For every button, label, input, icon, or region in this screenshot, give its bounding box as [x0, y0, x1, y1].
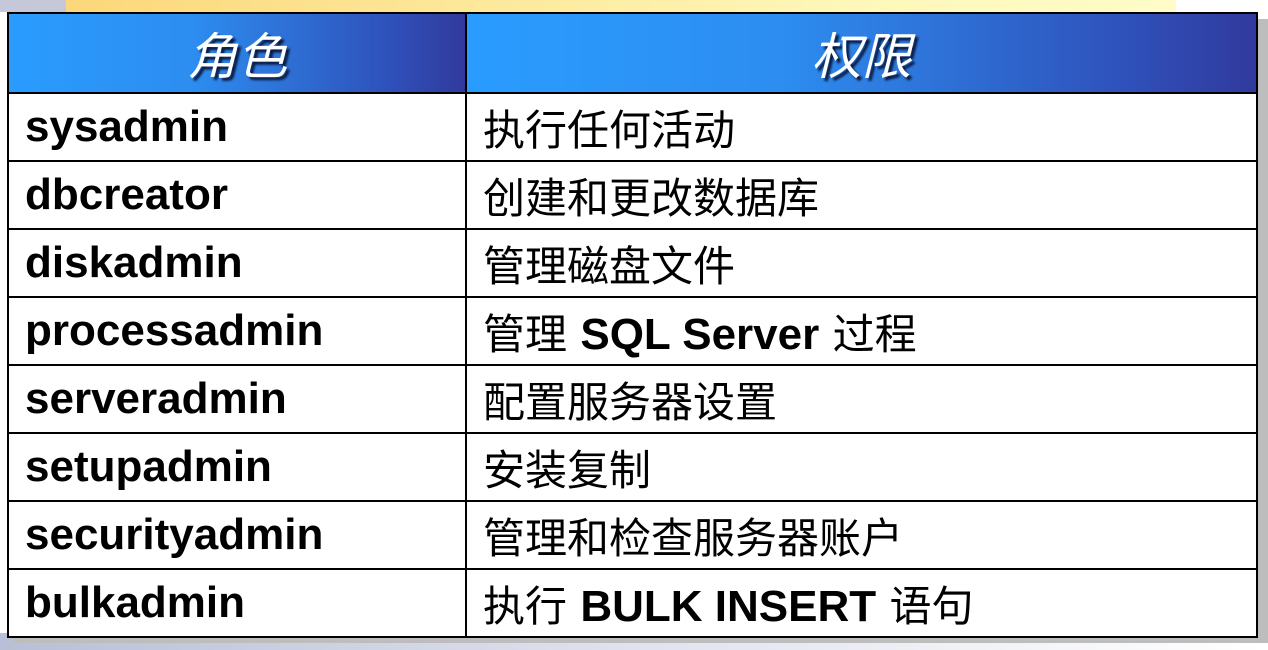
- role-cell: securityadmin: [7, 500, 467, 570]
- role-cell: sysadmin: [7, 92, 467, 162]
- permission-text: 管理和检查服务器账户: [483, 513, 904, 563]
- permission-cell: 管理 SQL Server 过程: [465, 296, 1258, 366]
- permission-text: 执行: [483, 581, 581, 631]
- header-role: 角色: [7, 12, 467, 94]
- permission-text: 安装复制: [483, 445, 652, 495]
- table-row: dbcreator 创建和更改数据库: [7, 160, 1258, 230]
- permission-text: 执行任何活动: [483, 105, 736, 155]
- permission-cell: 执行任何活动: [465, 92, 1258, 162]
- permission-cell: 配置服务器设置: [465, 364, 1258, 434]
- permission-cell: 管理磁盘文件: [465, 228, 1258, 298]
- role-cell: setupadmin: [7, 432, 467, 502]
- table-row: setupadmin 安装复制: [7, 432, 1258, 502]
- permission-cell: 安装复制: [465, 432, 1258, 502]
- role-cell: processadmin: [7, 296, 467, 366]
- permission-text: 创建和更改数据库: [483, 173, 820, 223]
- permission-text: 管理: [483, 309, 581, 359]
- decor-top-bar: [66, 0, 1176, 12]
- header-permission: 权限: [465, 12, 1258, 94]
- table-header-row: 角色 权限: [7, 12, 1258, 94]
- permission-text: 配置服务器设置: [483, 377, 778, 427]
- server-roles-table: 角色 权限 sysadmin 执行任何活动 dbcreator 创建和更改数据库 dis…: [7, 12, 1258, 638]
- role-cell: dbcreator: [7, 160, 467, 230]
- permission-text: 语句: [876, 581, 974, 631]
- permission-cell: 管理和检查服务器账户: [465, 500, 1258, 570]
- permission-cell: 创建和更改数据库: [465, 160, 1258, 230]
- table-row: bulkadmin 执行 BULK INSERT 语句: [7, 568, 1258, 638]
- table-row: sysadmin 执行任何活动: [7, 92, 1258, 162]
- table-row: serveradmin 配置服务器设置: [7, 364, 1258, 434]
- decor-corner: [0, 0, 66, 12]
- permission-text: BULK INSERT: [580, 581, 877, 631]
- role-cell: serveradmin: [7, 364, 467, 434]
- role-cell: bulkadmin: [7, 568, 467, 638]
- table-row: diskadmin 管理磁盘文件: [7, 228, 1258, 298]
- table-row: securityadmin 管理和检查服务器账户: [7, 500, 1258, 570]
- permission-text: 过程: [819, 309, 917, 359]
- permission-cell: 执行 BULK INSERT 语句: [465, 568, 1258, 638]
- permission-text: SQL Server: [580, 309, 820, 359]
- role-cell: diskadmin: [7, 228, 467, 298]
- table-row: processadmin 管理 SQL Server 过程: [7, 296, 1258, 366]
- permission-text: 管理磁盘文件: [483, 241, 736, 291]
